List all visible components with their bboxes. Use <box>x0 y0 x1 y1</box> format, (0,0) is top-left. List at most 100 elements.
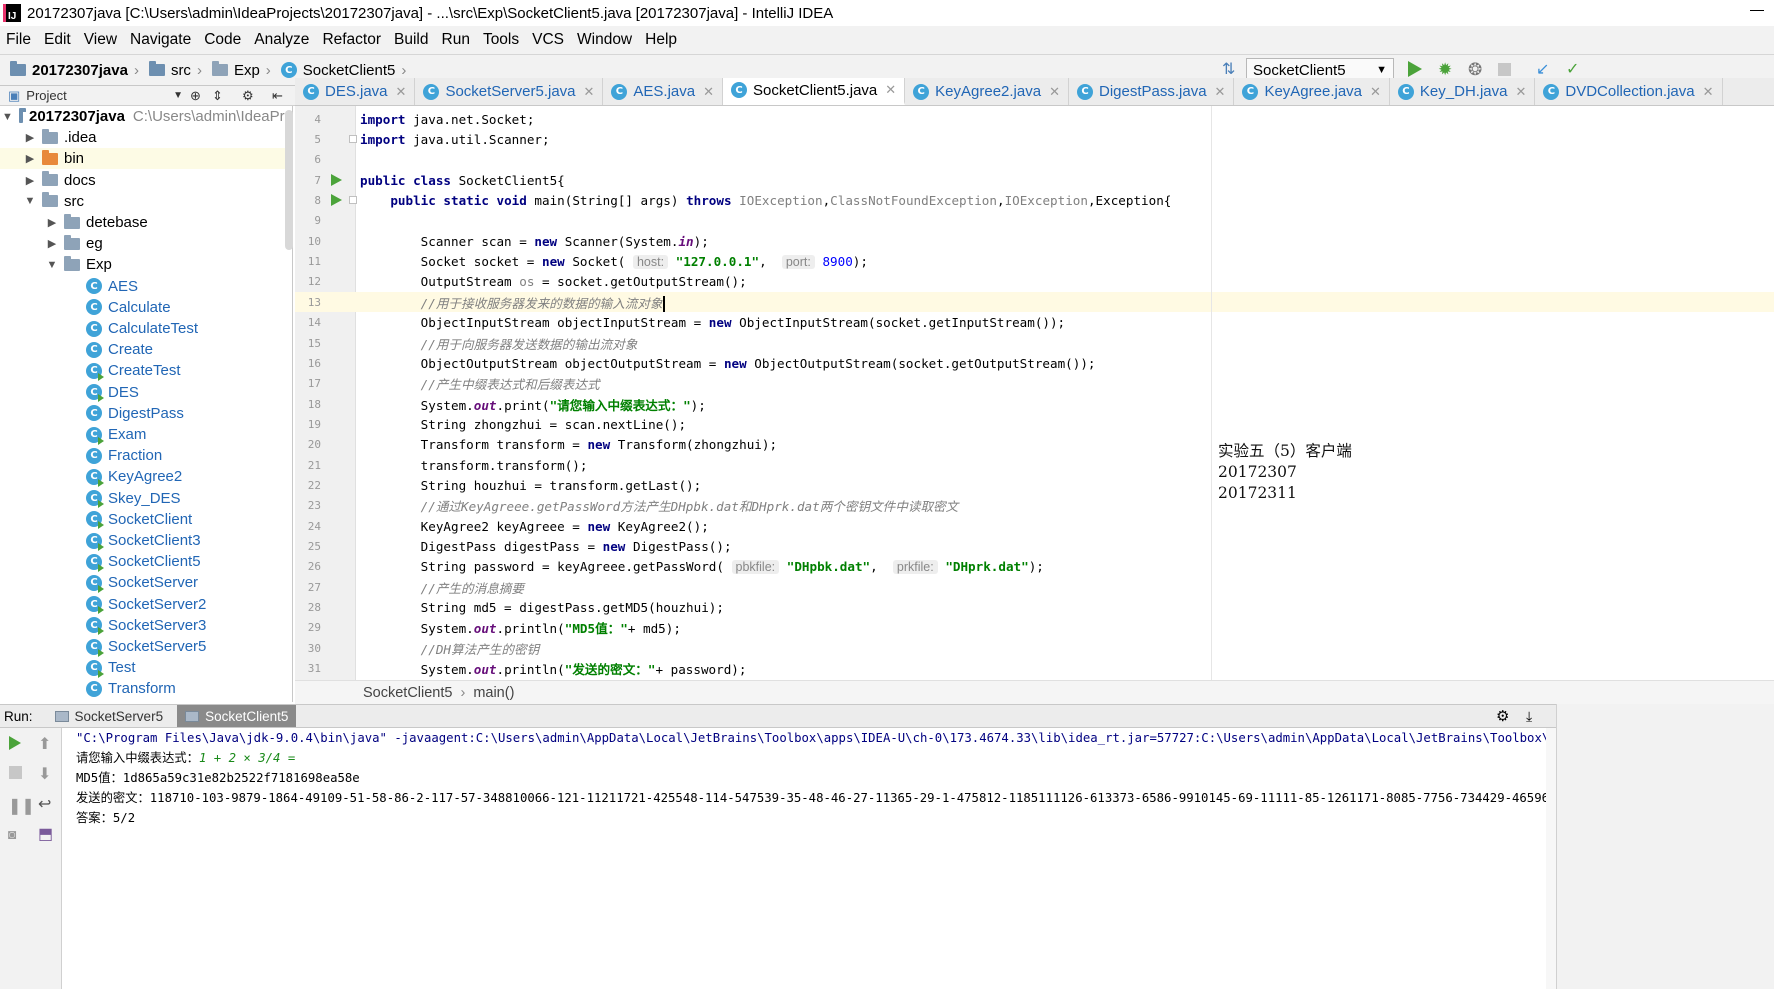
collapse-all-icon[interactable]: ⇕ <box>212 88 223 104</box>
editor-crumb-method[interactable]: main() <box>473 685 514 701</box>
code-line[interactable]: 18 System.out.print("请您输入中缀表达式："); <box>295 394 1774 414</box>
run-console[interactable]: "C:\Program Files\Java\jdk-9.0.4\bin\jav… <box>62 728 1546 989</box>
code-line[interactable]: 6 <box>295 150 1774 170</box>
tree-item-exp[interactable]: ▼ Exp <box>0 254 292 275</box>
console-scrollbar[interactable] <box>1546 728 1556 989</box>
menu-edit[interactable]: Edit <box>44 31 71 49</box>
locate-icon[interactable]: ⊕ <box>190 88 201 104</box>
tree-item-eg[interactable]: ▶ eg <box>0 233 292 254</box>
breadcrumb-project[interactable]: 20172307java › <box>10 61 139 79</box>
expand-arrow-icon[interactable]: ▶ <box>24 131 36 144</box>
code-line[interactable]: 17 //产生中缀表达式和后缀表达式 <box>295 374 1774 394</box>
menu-tools[interactable]: Tools <box>483 31 519 49</box>
tree-item-fraction[interactable]: C Fraction <box>0 445 292 466</box>
code-line[interactable]: 16 ObjectOutputStream objectOutputStream… <box>295 353 1774 373</box>
collapse-arrow-icon[interactable]: ▼ <box>24 195 36 207</box>
tree-item-root[interactable]: ▼ 20172307java C:\Users\admin\IdeaPro <box>0 106 292 127</box>
tree-item-des[interactable]: C DES <box>0 382 292 403</box>
tab-digestpass-java[interactable]: C DigestPass.java ✕ <box>1069 78 1235 105</box>
rerun-icon[interactable] <box>9 736 25 752</box>
gear-icon[interactable]: ⚙ <box>242 88 254 104</box>
vcs-update-icon[interactable]: ↙ <box>1536 61 1554 79</box>
menu-view[interactable]: View <box>84 31 117 49</box>
code-line[interactable]: 15 //用于向服务器发送数据的输出流对象 <box>295 333 1774 353</box>
pin-icon[interactable]: ⬒ <box>38 824 54 843</box>
tab-keyagree2-java[interactable]: C KeyAgree2.java ✕ <box>905 78 1069 105</box>
close-icon[interactable]: ✕ <box>1215 84 1226 100</box>
close-icon[interactable]: ✕ <box>1049 84 1060 100</box>
hide-panel-icon[interactable]: ⇤ <box>272 88 283 104</box>
tree-item-socketclient5[interactable]: C SocketClient5 <box>0 551 292 572</box>
fold-icon[interactable] <box>349 135 357 144</box>
chevron-down-icon[interactable]: ▼ <box>173 90 183 101</box>
menu-vcs[interactable]: VCS <box>532 31 564 49</box>
expand-arrow-icon[interactable]: ▶ <box>46 216 58 229</box>
expand-arrow-icon[interactable]: ▶ <box>46 237 58 250</box>
code-line[interactable]: 12 OutputStream os = socket.getOutputStr… <box>295 272 1774 292</box>
tree-item-calculate[interactable]: C Calculate <box>0 297 292 318</box>
project-view-selector[interactable]: Project <box>26 88 66 103</box>
code-line[interactable]: 25 DigestPass digestPass = new DigestPas… <box>295 536 1774 556</box>
tree-item-src[interactable]: ▼ src <box>0 191 292 212</box>
code-line[interactable]: 31 System.out.println("发送的密文："+ password… <box>295 658 1774 678</box>
menu-analyze[interactable]: Analyze <box>254 31 309 49</box>
tree-item-skey-des[interactable]: C Skey_DES <box>0 488 292 509</box>
vcs-commit-icon[interactable]: ✓ <box>1566 61 1584 79</box>
breadcrumb-src[interactable]: src › <box>148 61 202 79</box>
tree-item-keyagree2[interactable]: C KeyAgree2 <box>0 466 292 487</box>
coverage-icon[interactable]: ❂ <box>1468 61 1486 79</box>
close-icon[interactable]: ✕ <box>1515 84 1526 100</box>
tab-socketclient5-java[interactable]: C SocketClient5.java ✕ <box>723 78 906 105</box>
down-arrow-icon[interactable]: ⬇ <box>38 764 54 783</box>
tree-item-socketclient3[interactable]: C SocketClient3 <box>0 530 292 551</box>
run-tab-socketserver5[interactable]: SocketServer5 <box>47 705 172 727</box>
up-arrow-icon[interactable]: ⬆ <box>38 734 54 753</box>
close-icon[interactable]: ✕ <box>703 84 714 100</box>
close-icon[interactable]: ✕ <box>1703 84 1714 100</box>
code-line[interactable]: 13 //用于接收服务器发来的数据的输入流对象 <box>295 292 1774 313</box>
pause-icon[interactable]: ❚❚ <box>8 796 35 815</box>
tree-item-socketclient[interactable]: C SocketClient <box>0 509 292 530</box>
close-icon[interactable]: ✕ <box>1370 84 1381 100</box>
run-gutter-icon[interactable] <box>331 174 342 187</box>
tree-item-socketserver5[interactable]: C SocketServer5 <box>0 636 292 657</box>
stop-icon[interactable] <box>9 766 25 782</box>
tree-item-socketserver2[interactable]: C SocketServer2 <box>0 594 292 615</box>
breadcrumb-exp[interactable]: Exp › <box>211 61 271 79</box>
tree-item-bin[interactable]: ▶ bin <box>0 148 292 170</box>
editor-crumb-class[interactable]: SocketClient5 <box>363 685 452 701</box>
menu-file[interactable]: File <box>6 31 31 49</box>
code-line[interactable]: 24 KeyAgree2 keyAgreee = new KeyAgree2()… <box>295 516 1774 536</box>
camera-icon[interactable]: ◙ <box>8 826 24 842</box>
tree-item-digestpass[interactable]: C DigestPass <box>0 403 292 424</box>
expand-arrow-icon[interactable]: ▶ <box>24 174 36 187</box>
menu-build[interactable]: Build <box>394 31 428 49</box>
close-icon[interactable]: ✕ <box>396 84 407 100</box>
code-line[interactable]: 8 public static void main(String[] args)… <box>295 190 1774 210</box>
tree-item-socketserver[interactable]: C SocketServer <box>0 572 292 593</box>
code-line[interactable]: 19 String zhongzhui = scan.nextLine(); <box>295 414 1774 434</box>
stop-icon[interactable] <box>1498 61 1516 79</box>
code-line[interactable]: 23 //通过KeyAgreee.getPassWord方法产生DHpbk.da… <box>295 496 1774 516</box>
menu-window[interactable]: Window <box>577 31 632 49</box>
close-icon[interactable]: ✕ <box>584 84 595 100</box>
tree-item-detebase[interactable]: ▶ detebase <box>0 212 292 233</box>
code-line[interactable]: 10 Scanner scan = new Scanner(System.in)… <box>295 231 1774 251</box>
minimize-button[interactable] <box>1750 10 1764 11</box>
breadcrumb-class[interactable]: C SocketClient5 › <box>280 62 406 79</box>
tab-dvdcollection-java[interactable]: C DVDCollection.java ✕ <box>1535 78 1723 105</box>
tree-item-createtest[interactable]: C CreateTest <box>0 360 292 381</box>
expand-arrow-icon[interactable]: ▶ <box>24 152 36 165</box>
tree-item-socketserver3[interactable]: C SocketServer3 <box>0 615 292 636</box>
soft-wrap-icon[interactable]: ↩ <box>38 794 54 813</box>
debug-icon[interactable]: ✹ <box>1438 61 1456 79</box>
menu-refactor[interactable]: Refactor <box>322 31 381 49</box>
tree-item-aes[interactable]: C AES <box>0 276 292 297</box>
tree-item--idea[interactable]: ▶ .idea <box>0 127 292 148</box>
sort-build-icon[interactable]: ⇅ <box>1222 61 1240 79</box>
tab-des-java[interactable]: C DES.java ✕ <box>295 78 416 105</box>
code-line[interactable]: 27 //产生的消息摘要 <box>295 577 1774 597</box>
tree-item-calculatetest[interactable]: C CalculateTest <box>0 318 292 339</box>
tab-aes-java[interactable]: C AES.java ✕ <box>603 78 724 105</box>
run-tab-socketclient5[interactable]: SocketClient5 <box>177 705 297 727</box>
